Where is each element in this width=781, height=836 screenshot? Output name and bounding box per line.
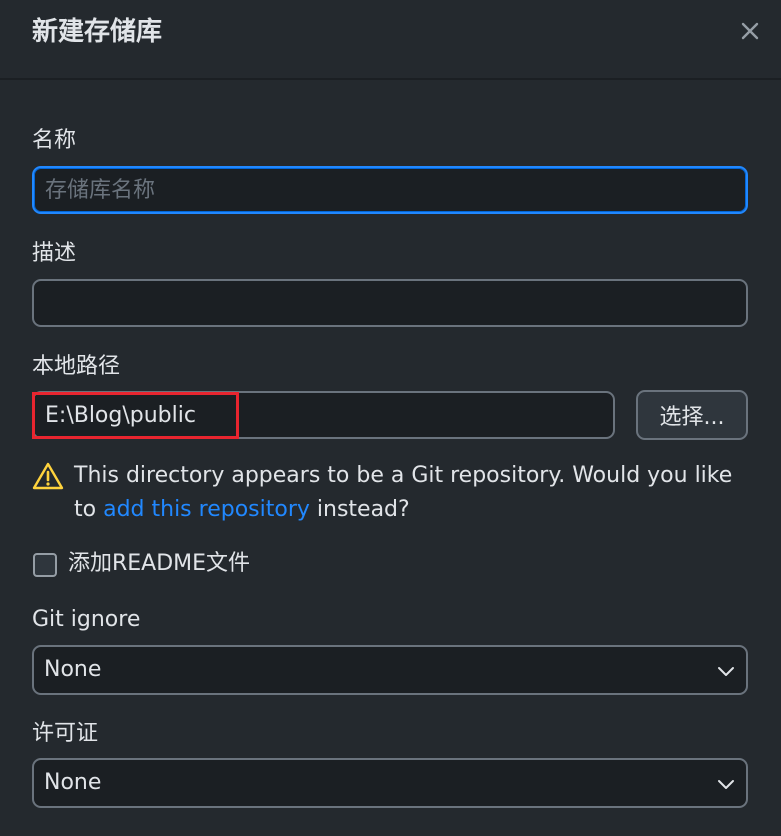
license-selected-value: None [44,770,102,795]
warning-text-after: instead? [309,497,410,522]
description-label: 描述 [32,241,77,266]
license-select[interactable]: None [32,758,748,808]
description-input[interactable] [32,279,748,327]
chevron-down-icon [718,780,734,789]
create-repository-dialog: 新建存储库 名称 描述 本地路径 选择... This directory ap… [0,0,781,836]
dialog-title: 新建存储库 [32,17,163,47]
git-repository-warning: This directory appears to be a Git repos… [74,459,754,527]
name-label: 名称 [32,128,77,153]
license-label: 许可证 [32,721,99,746]
gitignore-label: Git ignore [32,607,141,632]
gitignore-select[interactable]: None [32,645,748,695]
gitignore-selected-value: None [44,657,102,682]
warning-triangle-icon [32,462,64,490]
local-path-label: 本地路径 [32,354,121,379]
choose-path-button[interactable]: 选择... [636,390,748,440]
add-readme-label[interactable]: 添加README文件 [68,549,250,579]
add-repository-link[interactable]: add this repository [103,497,310,522]
close-icon[interactable] [735,16,765,46]
repository-name-input[interactable] [32,166,748,214]
dialog-header: 新建存储库 [0,0,781,80]
add-readme-checkbox[interactable] [33,553,57,577]
local-path-input[interactable] [32,391,615,439]
chevron-down-icon [718,667,734,676]
